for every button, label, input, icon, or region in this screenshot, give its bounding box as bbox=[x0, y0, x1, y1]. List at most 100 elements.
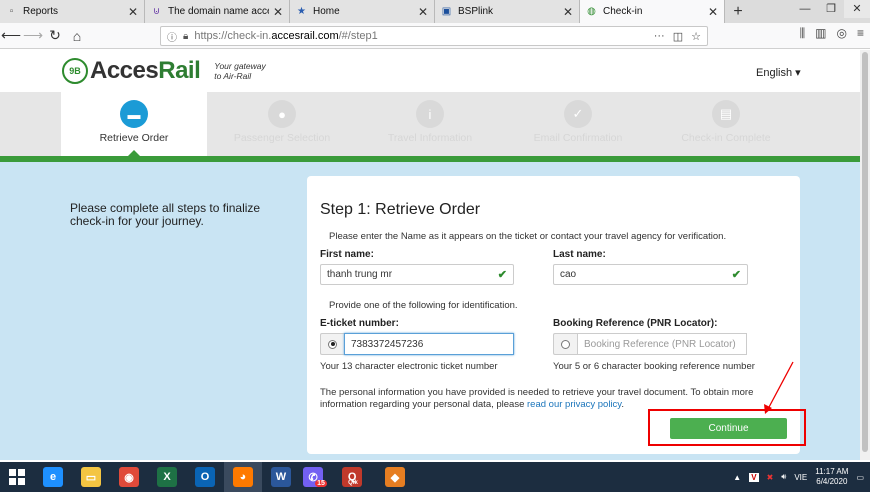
eticket-radio-box[interactable] bbox=[320, 333, 344, 355]
back-icon[interactable]: ⟵ bbox=[0, 25, 22, 47]
shield-icon: ⊍ bbox=[152, 6, 161, 17]
minimize-icon[interactable]: — bbox=[792, 0, 818, 18]
globe-icon: ◍ bbox=[587, 6, 596, 17]
firefox-icon: ◕ bbox=[233, 467, 253, 487]
taskbar-app[interactable]: X bbox=[148, 462, 186, 492]
taskbar-app[interactable]: ▭ bbox=[72, 462, 110, 492]
tray-app-icon[interactable]: V bbox=[749, 472, 759, 482]
clock-time: 11:17 AM bbox=[815, 467, 849, 476]
logo-text: AccesRail bbox=[90, 57, 201, 85]
word-icon: W bbox=[271, 467, 291, 487]
logo-text-rail: Rail bbox=[158, 57, 201, 84]
new-tab-button[interactable]: + bbox=[725, 0, 751, 23]
logo-badge: 9B bbox=[69, 66, 81, 76]
last-name-field[interactable]: cao ✔ bbox=[553, 264, 748, 285]
form-title: Step 1: Retrieve Order bbox=[320, 201, 481, 218]
ie-icon: e bbox=[43, 467, 63, 487]
tab-title: Check-in bbox=[603, 6, 643, 17]
ticket-icon: ▬ bbox=[120, 100, 148, 128]
page-scrollbar[interactable] bbox=[860, 50, 870, 460]
valid-check-icon: ✔ bbox=[497, 269, 507, 281]
tagline: Your gateway to Air-Rail bbox=[214, 61, 266, 81]
checkin-steps: ▬ Retrieve Order ● Passenger Selection i Trav… bbox=[0, 92, 860, 157]
tab-close-icon[interactable]: ✕ bbox=[563, 5, 573, 19]
first-name-field[interactable]: thanh trung mr ✔ bbox=[320, 264, 514, 285]
close-window-icon[interactable]: ✕ bbox=[844, 0, 870, 18]
eticket-input[interactable]: 7383372457236 bbox=[344, 333, 514, 355]
windows-start-icon[interactable] bbox=[0, 462, 34, 492]
url-bar[interactable]: ⓘ 🔒︎ https://check-in.accesrail.com/#/st… bbox=[160, 26, 708, 46]
account-icon[interactable]: ◎ bbox=[837, 26, 847, 41]
pnr-radio[interactable] bbox=[561, 339, 570, 349]
app-icon: ◆ bbox=[385, 467, 405, 487]
scrollbar-thumb[interactable] bbox=[862, 52, 868, 452]
url-text[interactable]: https://check-in.accesrail.com/#/step1 bbox=[194, 30, 653, 42]
tab-close-icon[interactable]: ✕ bbox=[128, 5, 138, 19]
step-check-in-complete[interactable]: ▤ Check-in Complete bbox=[653, 92, 799, 156]
menu-icon[interactable]: ≡ bbox=[857, 26, 864, 41]
step-retrieve-order[interactable]: ▬ Retrieve Order bbox=[61, 92, 207, 157]
outlook-icon: O bbox=[195, 467, 215, 487]
taskbar-app[interactable]: O bbox=[186, 462, 224, 492]
file-explorer-icon: ▭ bbox=[81, 467, 101, 487]
sidebar-icon[interactable]: ▥ bbox=[815, 26, 826, 41]
tab-close-icon[interactable]: ✕ bbox=[273, 5, 283, 19]
input-language[interactable]: VIE bbox=[794, 473, 807, 482]
step-email-confirmation[interactable]: ✓ Email Confirmation bbox=[505, 92, 651, 156]
tray-chevron-icon[interactable]: ▲ bbox=[733, 473, 741, 482]
tab-title: Reports bbox=[23, 6, 59, 17]
browser-tab[interactable]: ⊍ The domain name accessrail.co ✕ bbox=[145, 0, 290, 23]
notifications-icon[interactable]: ▭ bbox=[856, 473, 864, 482]
tagline-line2: to Air-Rail bbox=[214, 71, 252, 81]
viber-badge: 15 bbox=[315, 479, 327, 487]
taskbar-app[interactable]: e bbox=[34, 462, 72, 492]
pnr-hint: Your 5 or 6 character booking reference … bbox=[553, 361, 755, 372]
accesrail-logo[interactable]: 9B AccesRail Your gateway to Air-Rail bbox=[62, 57, 266, 85]
language-selector[interactable]: English ▾ bbox=[756, 66, 801, 79]
logo-text-acces: Acces bbox=[90, 57, 159, 84]
tab-title: BSPlink bbox=[458, 6, 494, 17]
eticket-radio[interactable] bbox=[328, 339, 337, 349]
tab-title: Home bbox=[313, 6, 340, 17]
lock-icon[interactable]: 🔒︎ bbox=[183, 31, 188, 42]
page-actions-icon[interactable]: ··· bbox=[654, 30, 665, 43]
taskbar-app[interactable]: Q Qik bbox=[338, 462, 376, 492]
tab-close-icon[interactable]: ✕ bbox=[418, 5, 428, 19]
clock[interactable]: 11:17 AM 6/4/2020 bbox=[815, 467, 848, 487]
browser-tab[interactable]: ★ Home ✕ bbox=[290, 0, 435, 23]
home-icon[interactable]: ⌂ bbox=[66, 25, 88, 47]
document-icon: ▤ bbox=[712, 100, 740, 128]
bookmark-star-icon[interactable]: ☆ bbox=[691, 30, 701, 43]
bsp-icon: ▣ bbox=[441, 6, 452, 17]
taskbar-app[interactable]: ◉ bbox=[110, 462, 148, 492]
forward-icon[interactable]: ⟶ bbox=[22, 25, 44, 47]
url-prefix: https://check-in. bbox=[194, 30, 272, 42]
taskbar-app[interactable]: W bbox=[262, 462, 300, 492]
first-name-value: thanh trung mr bbox=[327, 269, 393, 280]
tray-network-icon[interactable]: ✖ bbox=[767, 473, 774, 482]
library-icon[interactable]: ⫼ bbox=[800, 26, 806, 41]
privacy-policy-link[interactable]: read our privacy policy bbox=[527, 399, 621, 410]
pnr-radio-box[interactable] bbox=[553, 333, 577, 355]
qik-label: Qik bbox=[348, 480, 358, 486]
volume-icon[interactable]: 🔊︎ bbox=[781, 472, 786, 482]
step-label: Passenger Selection bbox=[233, 132, 331, 144]
browser-tab[interactable]: ◍ Check-in ✕ bbox=[580, 0, 725, 23]
reload-icon[interactable]: ↻ bbox=[44, 25, 66, 47]
last-name-label: Last name: bbox=[553, 249, 606, 260]
step-travel-information[interactable]: i Travel Information bbox=[357, 92, 503, 156]
pnr-input[interactable]: Booking Reference (PNR Locator) bbox=[577, 333, 747, 355]
site-header: 9B AccesRail Your gateway to Air-Rail En… bbox=[0, 50, 860, 92]
browser-tab[interactable]: ▣ BSPlink ✕ bbox=[435, 0, 580, 23]
restore-icon[interactable]: ❐ bbox=[818, 0, 844, 18]
info-icon[interactable]: ⓘ bbox=[167, 29, 177, 44]
step-passenger-selection[interactable]: ● Passenger Selection bbox=[209, 92, 355, 156]
tab-close-icon[interactable]: ✕ bbox=[708, 5, 718, 19]
person-icon: ● bbox=[268, 100, 296, 128]
pocket-icon[interactable]: ◫ bbox=[673, 30, 683, 43]
taskbar-app[interactable]: ✆ 15 bbox=[300, 462, 338, 492]
browser-tab[interactable]: ▫ Reports ✕ bbox=[0, 0, 145, 23]
taskbar-app[interactable]: ◆ bbox=[376, 462, 414, 492]
taskbar-app[interactable]: ◕ bbox=[224, 462, 262, 492]
chrome-icon: ◉ bbox=[119, 467, 139, 487]
